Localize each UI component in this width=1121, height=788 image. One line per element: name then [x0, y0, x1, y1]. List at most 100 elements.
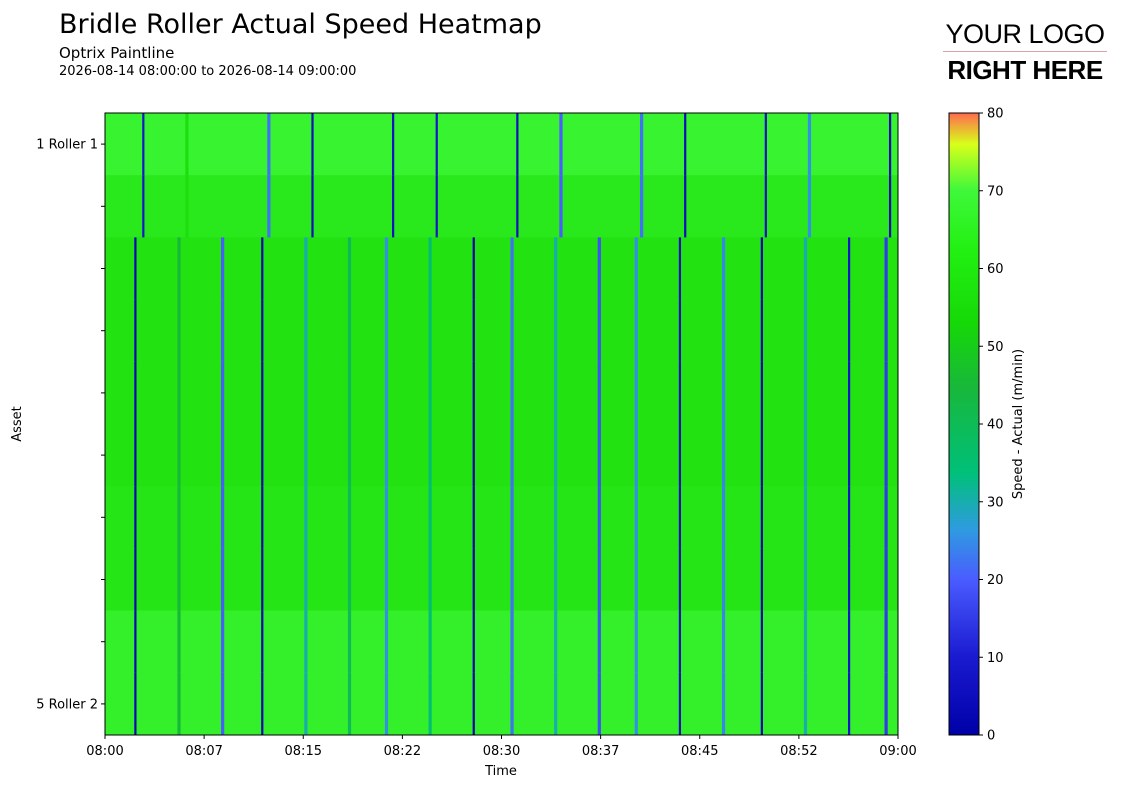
speed-drop-cell [347, 424, 352, 487]
x-tick-label: 09:00 [879, 744, 916, 759]
speed-drop-cell [847, 672, 851, 736]
speed-drop-cell [221, 548, 225, 612]
speed-drop-cell [384, 610, 389, 674]
speed-drop-cell [261, 672, 264, 736]
speed-drop-cell [554, 548, 558, 612]
speed-drop-cell [134, 237, 137, 301]
speed-drop-cell [721, 672, 726, 736]
colorbar [949, 113, 979, 735]
speed-drop-cell [721, 486, 726, 549]
colorbar-tick-label: 10 [987, 651, 1004, 666]
speed-drop-cell [392, 175, 395, 238]
speed-drop-cell [510, 237, 514, 301]
speed-drop-cell [510, 610, 514, 674]
speed-drop-cell [428, 672, 432, 736]
speed-drop-cell [261, 548, 264, 612]
speed-drop-cell [472, 424, 475, 487]
speed-drop-cell [634, 672, 638, 736]
speed-drop-cell [428, 299, 432, 363]
speed-drop-cell [684, 113, 687, 176]
speed-drop-cell [134, 299, 137, 363]
speed-drop-cell [678, 672, 682, 736]
speed-drop-cell [803, 299, 808, 363]
speed-drop-cell [847, 548, 851, 612]
speed-drop-cell [634, 424, 638, 487]
y-axis-label: Asset [10, 406, 25, 442]
speed-drop-cell [884, 361, 888, 425]
x-tick-label: 08:45 [681, 744, 718, 759]
speed-drop-cell [721, 424, 726, 487]
speed-drop-cell [510, 486, 514, 549]
speed-drop-cell [721, 610, 726, 674]
speed-drop-cell [678, 361, 682, 425]
speed-drop-cell [884, 237, 888, 301]
speed-drop-cell [554, 672, 558, 736]
colorbar-ticks: 0 10 20 30 40 50 60 70 80 [979, 107, 1004, 744]
speed-drop-cell [261, 237, 264, 301]
x-tick-label: 08:00 [86, 744, 123, 759]
speed-drop-cell [304, 672, 308, 736]
speed-drop-cell [721, 299, 726, 363]
speed-drop-cell [185, 175, 189, 238]
speed-drop-cell [311, 175, 314, 238]
speed-drop-cell [678, 237, 682, 301]
speed-drop-cell [472, 486, 475, 549]
speed-drop-cell [760, 361, 763, 425]
speed-drop-cell [177, 424, 181, 487]
x-tick-label: 08:07 [185, 744, 222, 759]
speed-drop-cell [142, 113, 145, 176]
speed-drop-cell [134, 610, 137, 674]
x-tick-label: 08:37 [582, 744, 619, 759]
speed-drop-cell [221, 672, 225, 736]
speed-drop-cell [384, 486, 389, 549]
speed-drop-cell [597, 299, 601, 363]
speed-drop-cell [884, 610, 888, 674]
speed-drop-cell [428, 424, 432, 487]
speed-drop-cell [435, 175, 438, 238]
speed-drop-cell [347, 361, 352, 425]
speed-drop-cell [847, 610, 851, 674]
colorbar-tick-label: 50 [987, 340, 1004, 355]
speed-drop-cell [597, 424, 601, 487]
speed-drop-cell [177, 610, 181, 674]
speed-drop-cell [177, 672, 181, 736]
speed-drop-cell [684, 175, 687, 238]
colorbar-tick-label: 0 [987, 729, 995, 744]
speed-drop-cell [597, 610, 601, 674]
speed-drop-cell [847, 237, 851, 301]
speed-drop-cell [803, 486, 808, 549]
speed-drop-cell [888, 175, 892, 238]
speed-drop-cell [134, 672, 137, 736]
speed-drop-cell [428, 610, 432, 674]
speed-drop-cell [304, 424, 308, 487]
speed-drop-cell [261, 610, 264, 674]
speed-drop-cell [803, 548, 808, 612]
speed-drop-cell [760, 610, 763, 674]
speed-drop-cell [472, 237, 475, 301]
speed-drop-cell [803, 610, 808, 674]
speed-drop-cell [760, 548, 763, 612]
speed-drop-cell [884, 299, 888, 363]
speed-drop-cell [177, 486, 181, 549]
speed-drop-cell [559, 175, 563, 238]
speed-drop-cell [347, 486, 352, 549]
speed-drop-cell [516, 175, 519, 238]
speed-drop-cell [888, 113, 892, 176]
speed-drop-cell [554, 299, 558, 363]
speed-drop-cell [384, 299, 389, 363]
speed-drop-cell [639, 175, 644, 238]
speed-drop-cell [760, 486, 763, 549]
speed-drop-cell [428, 486, 432, 549]
x-tick-label: 08:52 [780, 744, 817, 759]
colorbar-tick-label: 40 [987, 418, 1004, 433]
heatmap-chart: 1 Roller 1 5 Roller 2 08:00 08:07 08:15 08:2… [10, 107, 1026, 780]
speed-drop-cell [384, 548, 389, 612]
x-tick-label: 08:15 [285, 744, 322, 759]
speed-drop-cell [304, 610, 308, 674]
speed-drop-cell [803, 237, 808, 301]
speed-drop-cell [634, 361, 638, 425]
speed-drop-cell [472, 548, 475, 612]
speed-drop-cell [384, 237, 389, 301]
speed-drop-cell [847, 486, 851, 549]
speed-drop-cell [435, 113, 438, 176]
